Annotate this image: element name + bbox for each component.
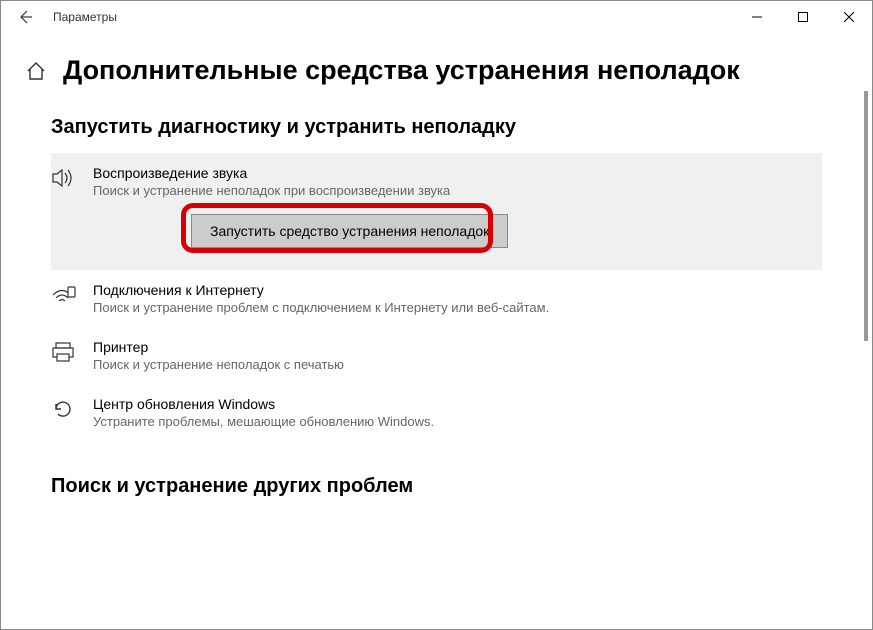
item-desc: Поиск и устранение неполадок с печатью (93, 357, 822, 372)
page-title: Дополнительные средства устранения непол… (63, 55, 740, 86)
scrollbar[interactable] (860, 91, 872, 341)
app-title: Параметры (53, 10, 117, 24)
printer-icon (51, 339, 77, 372)
section-diagnostics: Запустить диагностику и устранить непола… (1, 86, 872, 441)
section-title: Поиск и устранение других проблем (51, 475, 822, 498)
troubleshoot-item-windows-update[interactable]: Центр обновления Windows Устраните пробл… (51, 384, 822, 441)
item-desc: Поиск и устранение неполадок при воспрои… (93, 183, 822, 198)
close-button[interactable] (826, 1, 872, 33)
scroll-thumb[interactable] (864, 91, 868, 341)
item-title: Центр обновления Windows (93, 396, 822, 412)
speaker-icon (51, 165, 77, 198)
troubleshoot-item-audio[interactable]: Воспроизведение звука Поиск и устранение… (51, 153, 822, 270)
section-title: Запустить диагностику и устранить непола… (51, 116, 822, 139)
item-title: Подключения к Интернету (93, 282, 822, 298)
item-desc: Устраните проблемы, мешающие обновлению … (93, 414, 822, 429)
item-desc: Поиск и устранение проблем с подключение… (93, 300, 822, 315)
item-title: Принтер (93, 339, 822, 355)
wifi-icon (51, 282, 77, 315)
maximize-button[interactable] (780, 1, 826, 33)
header-row: Дополнительные средства устранения непол… (1, 33, 872, 86)
home-icon[interactable] (25, 60, 47, 82)
section-other: Поиск и устранение других проблем (1, 441, 872, 498)
run-troubleshooter-button[interactable]: Запустить средство устранения неполадок (191, 214, 508, 248)
minimize-button[interactable] (734, 1, 780, 33)
titlebar: Параметры (1, 1, 872, 33)
troubleshoot-item-internet[interactable]: Подключения к Интернету Поиск и устранен… (51, 270, 822, 327)
window-controls (734, 1, 872, 33)
item-title: Воспроизведение звука (93, 165, 822, 181)
back-button[interactable] (17, 9, 33, 25)
troubleshoot-item-printer[interactable]: Принтер Поиск и устранение неполадок с п… (51, 327, 822, 384)
content-area: Дополнительные средства устранения непол… (1, 33, 872, 629)
refresh-icon (51, 396, 77, 429)
